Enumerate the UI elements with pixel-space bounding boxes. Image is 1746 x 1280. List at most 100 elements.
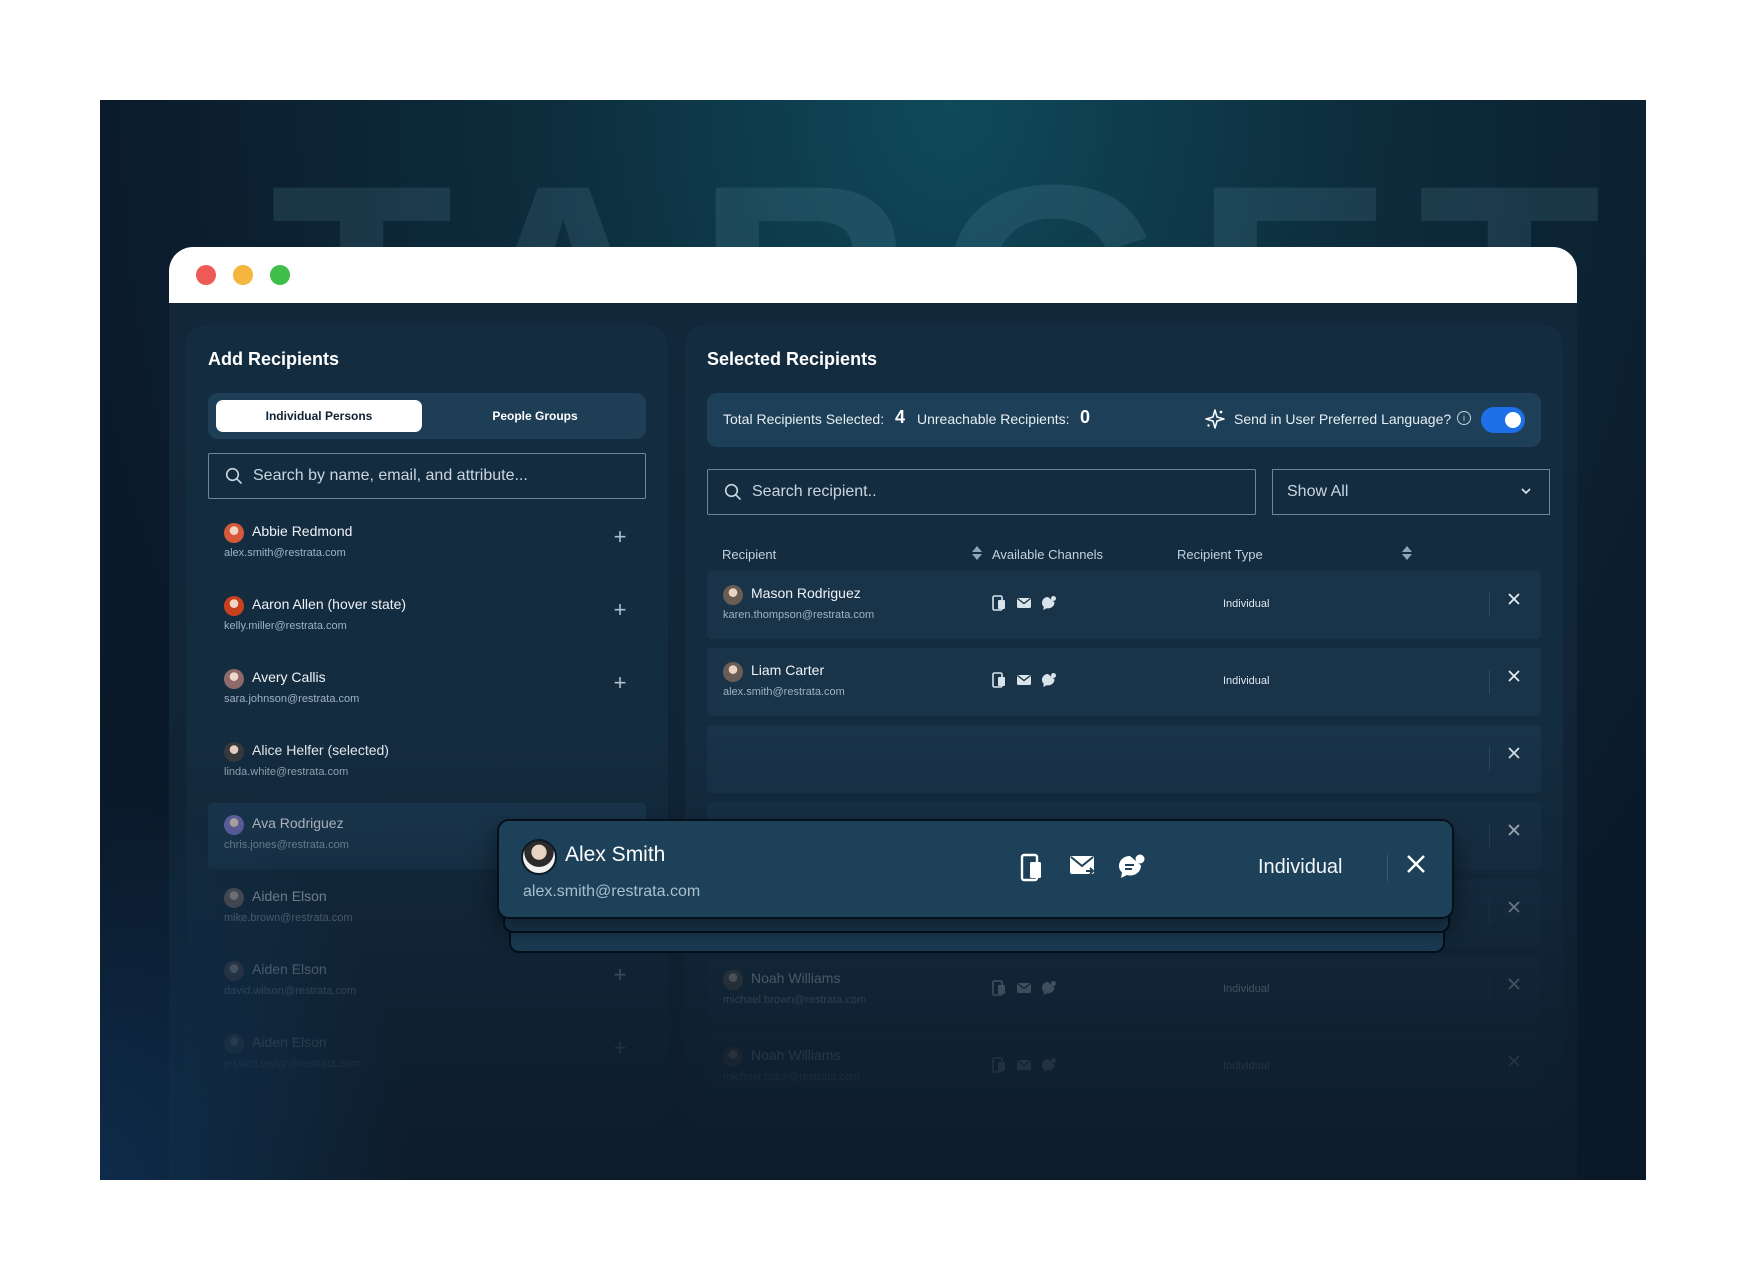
dragged-recipient-card[interactable]: Alex Smith alex.smith@restrata.com Indiv… (497, 819, 1454, 919)
total-recipients-label: Total Recipients Selected: (723, 411, 885, 427)
add-person-button[interactable]: + (608, 963, 632, 987)
person-email: mike.brown@restrata.com (224, 912, 353, 924)
total-recipients-count: 4 (895, 407, 906, 427)
avatar (224, 888, 244, 908)
recipient-name: Noah Williams (751, 970, 841, 986)
mobile-icon (991, 595, 1007, 611)
person-email: chris.jones@restrata.com (224, 839, 349, 851)
table-row[interactable] (707, 725, 1541, 793)
recipient-type: Individual (1223, 983, 1270, 995)
recipient-name: Liam Carter (751, 662, 825, 678)
add-recipients-title: Add Recipients (208, 349, 340, 369)
email-icon (1016, 1057, 1032, 1073)
preferred-language-label: Send in User Preferred Language? (1234, 411, 1452, 427)
column-header-recipient-type[interactable]: Recipient Type (1177, 547, 1263, 562)
remove-recipient-icon[interactable] (1507, 900, 1521, 914)
table-row[interactable]: Mason Rodriguez karen.thompson@restrata.c… (707, 571, 1541, 639)
add-person-button[interactable]: + (608, 1036, 632, 1060)
mobile-icon (991, 672, 1007, 688)
person-email: kelly.miller@restrata.com (224, 620, 347, 632)
avatar (224, 742, 244, 762)
list-item[interactable]: Abbie Redmond alex.smith@restrata.com + (208, 511, 646, 577)
dragged-recipient-type: Individual (1258, 856, 1343, 878)
recipient-email: michael.brown@restrata.com (723, 994, 867, 1006)
selection-summary-bar: Total Recipients Selected: 4 Unreachable… (707, 393, 1541, 447)
person-email: david.wilson@restrata.com (224, 985, 357, 997)
preferred-language-toggle[interactable] (1481, 407, 1525, 433)
info-icon[interactable]: i (1457, 411, 1471, 425)
sort-icon[interactable] (1401, 544, 1413, 562)
table-row[interactable]: Noah Williams michael.tailor@restrata.com… (707, 1033, 1541, 1101)
add-person-button[interactable]: + (608, 598, 632, 622)
person-name: Aaron Allen (hover state) (252, 596, 407, 612)
person-name: Ava Rodriguez (252, 815, 344, 831)
avatar (723, 970, 743, 990)
recipient-type: Individual (1223, 1060, 1270, 1072)
window-maximize-button[interactable] (270, 265, 290, 285)
add-person-button[interactable]: + (608, 671, 632, 695)
email-icon (1016, 595, 1032, 611)
email-icon (1016, 672, 1032, 688)
avatar (723, 662, 743, 682)
dragged-recipient-name: Alex Smith (565, 843, 666, 866)
dragged-recipient-email: alex.smith@restrata.com (523, 883, 701, 900)
sort-icon[interactable] (971, 544, 983, 562)
avatar (723, 1047, 743, 1067)
tab-individual-persons[interactable]: Individual Persons (216, 400, 422, 432)
divider (1489, 978, 1490, 1002)
person-email: sara.johnson@restrata.com (224, 693, 360, 705)
avatar (521, 839, 557, 875)
recipient-search-placeholder: Search recipient.. (752, 483, 877, 500)
remove-recipient-icon[interactable] (1507, 977, 1521, 991)
unreachable-recipients-label: Unreachable Recipients: (917, 411, 1070, 427)
table-row[interactable]: Liam Carter alex.smith@restrata.com Indivi… (707, 648, 1541, 716)
window-minimize-button[interactable] (233, 265, 253, 285)
add-person-button[interactable]: + (608, 525, 632, 549)
recipient-filter-select[interactable]: Show All (1272, 469, 1550, 515)
recipient-name: Mason Rodriguez (751, 585, 861, 601)
person-email: jessica.taylor@restrata.com (224, 1058, 360, 1070)
recipient-search-input[interactable]: Search recipient.. (707, 469, 1256, 515)
table-row[interactable]: Noah Williams michael.brown@restrata.com I… (707, 956, 1541, 1024)
recipient-email: karen.thompson@restrata.com (723, 609, 875, 621)
list-item[interactable]: Alice Helfer (selected) linda.white@restr… (208, 730, 646, 796)
list-item[interactable]: Avery Callis sara.johnson@restrata.com + (208, 657, 646, 723)
avatar (723, 585, 743, 605)
remove-recipient-icon[interactable] (1507, 592, 1521, 606)
people-search-input[interactable]: Search by name, email, and attribute... (208, 453, 646, 499)
remove-recipient-icon[interactable] (1507, 669, 1521, 683)
avatar (224, 596, 244, 616)
selected-recipients-title: Selected Recipients (707, 349, 878, 369)
email-icon (1016, 980, 1032, 996)
recipient-name: Noah Williams (751, 1047, 841, 1063)
list-item[interactable]: Aaron Allen (hover state) kelly.miller@re… (208, 584, 646, 650)
remove-recipient-icon[interactable] (1507, 1054, 1521, 1068)
remove-recipient-icon[interactable] (1507, 746, 1521, 760)
unreachable-recipients-count: 0 (1080, 407, 1091, 427)
divider (1489, 670, 1490, 694)
column-header-recipient[interactable]: Recipient (722, 547, 776, 562)
chat-icon (1119, 854, 1145, 878)
mobile-icon (1020, 853, 1041, 882)
divider (1489, 901, 1490, 925)
chat-icon (1041, 980, 1057, 996)
person-email: alex.smith@restrata.com (224, 547, 346, 559)
remove-recipient-icon[interactable] (1507, 823, 1521, 837)
add-recipients-panel: Add Recipients Individual Persons People… (186, 325, 668, 1125)
avatar (224, 815, 244, 835)
chat-icon (1041, 672, 1057, 688)
person-name: Aiden Elson (252, 888, 327, 904)
avatar (224, 961, 244, 981)
avatar (224, 1034, 244, 1054)
list-item[interactable]: Aiden Elson jessica.taylor@restrata.com + (208, 1022, 646, 1088)
person-email: linda.white@restrata.com (224, 766, 349, 778)
avatar (224, 523, 244, 543)
search-icon (724, 483, 741, 500)
person-name: Abbie Redmond (252, 523, 353, 539)
person-name: Alice Helfer (selected) (252, 742, 389, 758)
window-close-button[interactable] (196, 265, 216, 285)
search-icon (225, 467, 242, 484)
close-icon[interactable] (1405, 853, 1427, 875)
list-item[interactable]: Aiden Elson david.wilson@restrata.com + (208, 949, 646, 1015)
tab-people-groups[interactable]: People Groups (430, 400, 640, 432)
